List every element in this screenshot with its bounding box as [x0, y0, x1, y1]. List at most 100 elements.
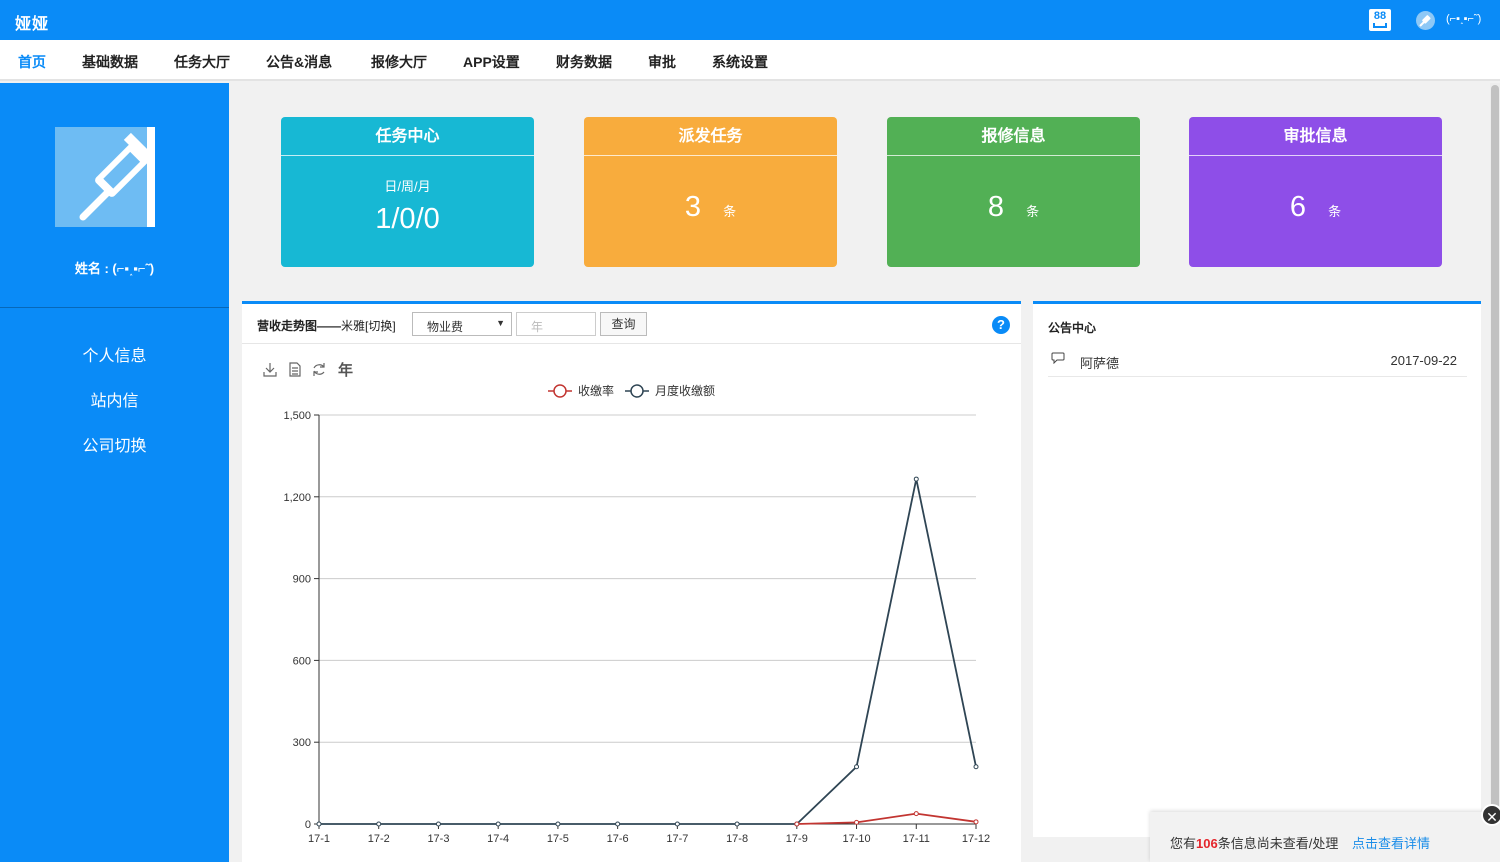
notice-center-panel: 公告中心 阿萨德 2017-09-22: [1033, 301, 1481, 837]
card-value: 8: [987, 191, 1005, 223]
x-tick-label: 17-9: [786, 833, 808, 845]
data-point: [973, 819, 979, 825]
message-icon[interactable]: 88: [1369, 9, 1391, 31]
data-point: [376, 821, 382, 827]
series-line: [796, 812, 977, 825]
sidebar-item-switch-company[interactable]: 公司切换: [0, 432, 229, 456]
card-title: 派发任务: [584, 117, 837, 156]
toast-message: 您有106条信息尚未查看/处理: [1170, 836, 1339, 851]
x-tick-label: 17-12: [962, 833, 990, 845]
nav-system-settings[interactable]: 系统设置: [712, 52, 768, 72]
chart-panel-title: 营收走势图——米雅[切换]: [257, 319, 396, 333]
data-point: [913, 476, 919, 482]
series-line: [319, 478, 977, 825]
sidebar-divider: [0, 307, 229, 308]
data-point: [794, 821, 800, 827]
card-repair-info[interactable]: 报修信息 8 条: [887, 117, 1140, 267]
chart-series: [316, 476, 979, 827]
top-bar: 娅娅 88 (⌐▪˰▪⌐˜): [0, 0, 1500, 40]
profile-name: 姓名 : (⌐▪˰▪⌐˜): [74, 261, 155, 276]
card-title: 任务中心: [281, 117, 534, 156]
data-point: [316, 821, 322, 827]
nav-notice-message[interactable]: 公告&消息: [266, 52, 332, 72]
x-axis: 17-1 17-2 17-3 17-4 17-5 17-6 17-7 17-8 17-9 17-1…: [308, 823, 990, 845]
unread-count: 106: [1196, 836, 1218, 851]
download-icon[interactable]: [263, 363, 277, 377]
x-tick-label: 17-6: [607, 833, 629, 845]
sidebar-item-personal-info[interactable]: 个人信息: [0, 342, 229, 366]
card-period-label: 日/周/月: [384, 179, 431, 194]
data-point: [734, 821, 740, 827]
user-name[interactable]: (⌐▪˰▪⌐˜): [1446, 13, 1481, 25]
y-tick-label: 300: [293, 737, 311, 749]
nav-approval[interactable]: 审批: [648, 52, 676, 72]
help-icon[interactable]: ?: [992, 316, 1010, 334]
x-tick-label: 17-7: [666, 833, 688, 845]
legend-item[interactable]: 月度收缴额: [625, 383, 715, 398]
year-input[interactable]: 年: [516, 312, 596, 336]
card-value: 1/0/0: [375, 203, 440, 235]
nav-task-hall[interactable]: 任务大厅: [174, 52, 230, 72]
user-avatar[interactable]: [1416, 11, 1435, 30]
sidebar: 姓名 : (⌐▪˰▪⌐˜) 个人信息 站内信 公司切换: [0, 83, 229, 862]
y-tick-label: 0: [305, 819, 311, 831]
pushpin-icon: [79, 127, 155, 227]
nav-app-settings[interactable]: APP设置: [463, 52, 520, 72]
envelope-icon: [1373, 23, 1387, 28]
data-point: [495, 821, 501, 827]
card-dispatch-task[interactable]: 派发任务 3 条: [584, 117, 837, 267]
nav-finance-data[interactable]: 财务数据: [556, 52, 612, 72]
chart-header: 营收走势图——米雅[切换] 物业费 ▼ 年 查询 ?: [242, 304, 1021, 344]
y-tick-label: 1,500: [283, 410, 311, 422]
scrollbar-thumb[interactable]: [1491, 85, 1499, 845]
nav-basic-data[interactable]: 基础数据: [82, 52, 138, 72]
data-view-icon[interactable]: [289, 362, 301, 377]
card-unit: 条: [1328, 204, 1342, 219]
sidebar-item-inbox[interactable]: 站内信: [0, 387, 229, 411]
y-tick-label: 1,200: [283, 492, 311, 504]
notice-item-title: 阿萨德: [1080, 356, 1120, 371]
refresh-icon[interactable]: [313, 363, 325, 376]
legend-item[interactable]: 收缴率: [548, 383, 614, 398]
card-title: 审批信息: [1189, 117, 1442, 156]
data-point: [555, 821, 561, 827]
revenue-line-chart: 年 收缴率 月度收缴额 0 300 600 900 1,200 1,500 17-1 17-2…: [263, 361, 990, 845]
data-point: [973, 764, 979, 770]
view-details-link[interactable]: 点击查看详情: [1352, 833, 1430, 852]
x-tick-label: 17-3: [427, 833, 449, 845]
y-tick-label: 900: [293, 574, 311, 586]
card-value: 6: [1289, 191, 1307, 223]
query-button[interactable]: 查询: [600, 312, 647, 336]
chart-legend: 收缴率 月度收缴额: [548, 383, 715, 398]
data-point: [435, 821, 441, 827]
toolbox-year-button[interactable]: 年: [338, 361, 353, 379]
revenue-trend-panel: 营收走势图——米雅[切换] 物业费 ▼ 年 查询 ? 年 收缴率 月度收缴额 0 30…: [242, 301, 1021, 862]
fee-type-select[interactable]: 物业费 ▼: [412, 312, 512, 336]
legend-label: 月度收缴额: [655, 383, 715, 398]
card-task-center[interactable]: 任务中心 日/周/月 1/0/0: [281, 117, 534, 267]
x-tick-label: 17-5: [547, 833, 569, 845]
data-point: [913, 811, 919, 817]
notice-item-date: 2017-09-22: [1390, 353, 1458, 368]
data-point: [854, 764, 860, 770]
x-tick-label: 17-4: [487, 833, 509, 845]
unread-toast: 您有106条信息尚未查看/处理 点击查看详情: [1150, 812, 1500, 862]
card-approval-info[interactable]: 审批信息 6 条: [1189, 117, 1442, 267]
legend-label: 收缴率: [578, 383, 614, 398]
data-point: [674, 821, 680, 827]
comment-icon: [1051, 352, 1065, 364]
legend-marker: [553, 384, 567, 398]
card-value: 3: [684, 191, 702, 223]
close-icon[interactable]: ✕: [1481, 804, 1500, 826]
pushpin-icon: [1419, 15, 1431, 27]
notice-item[interactable]: 阿萨德 2017-09-22: [1048, 344, 1467, 377]
legend-marker: [630, 384, 644, 398]
data-point: [615, 821, 621, 827]
x-tick-label: 17-2: [368, 833, 390, 845]
page-scrollbar[interactable]: [1490, 83, 1500, 862]
nav-repair-hall[interactable]: 报修大厅: [371, 52, 427, 72]
switch-company-link[interactable]: 米雅[切换]: [341, 319, 396, 333]
nav-home[interactable]: 首页: [18, 52, 46, 72]
card-unit: 条: [723, 204, 737, 219]
profile-avatar[interactable]: [55, 127, 155, 227]
